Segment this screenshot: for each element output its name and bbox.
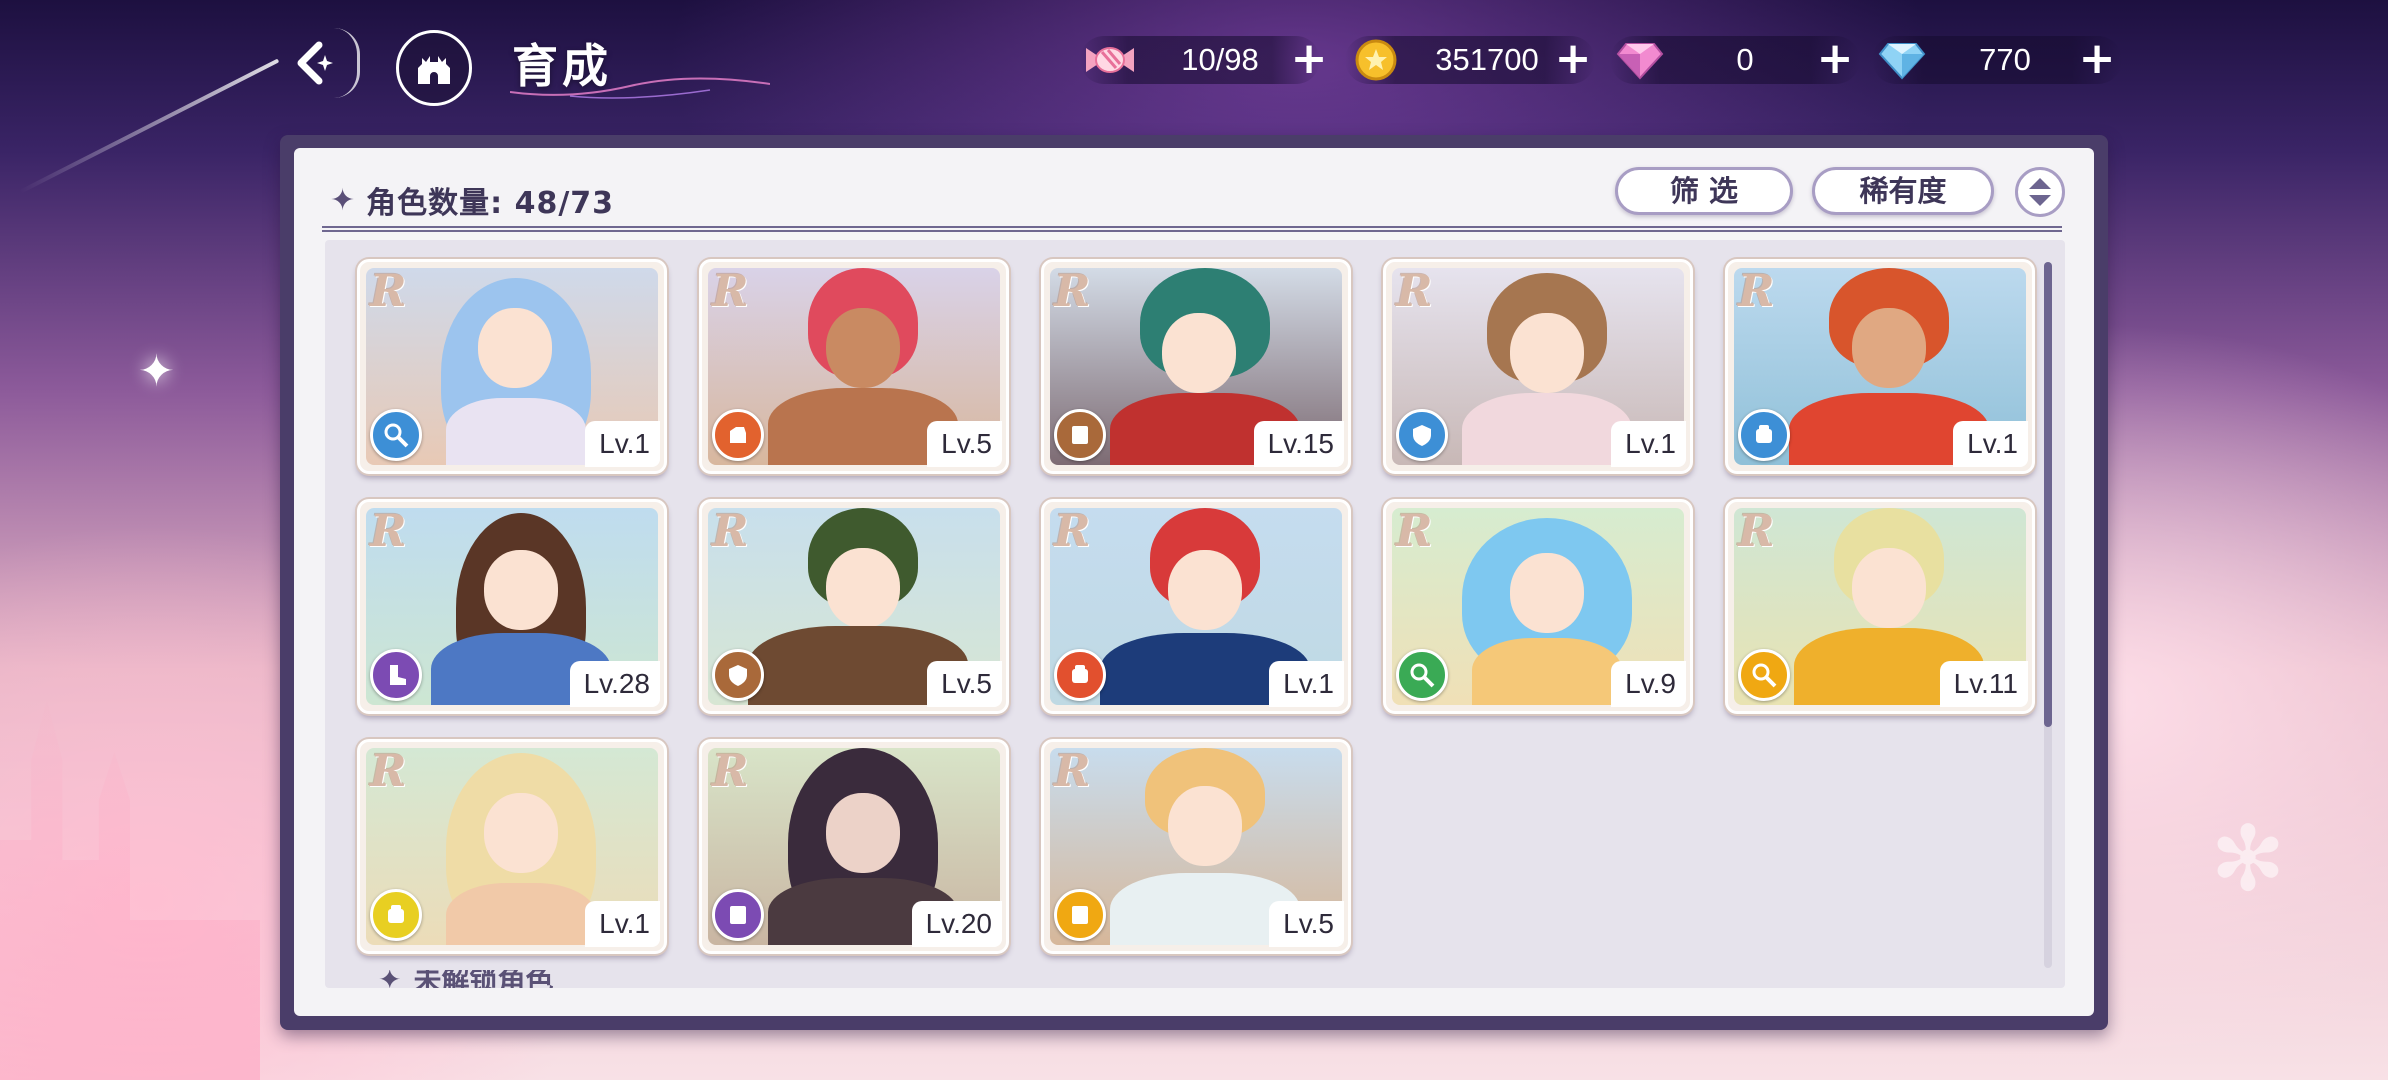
character-card[interactable]: R Lv.11 bbox=[1725, 499, 2035, 714]
character-card[interactable]: R Lv.1 bbox=[1383, 259, 1693, 474]
character-card[interactable]: R Lv.1 bbox=[1725, 259, 2035, 474]
healer-role-icon bbox=[1396, 649, 1448, 701]
rarity-badge: R bbox=[1054, 506, 1091, 557]
rarity-badge: R bbox=[1396, 506, 1433, 557]
character-level: Lv.1 bbox=[585, 901, 660, 947]
character-level: Lv.1 bbox=[1269, 661, 1344, 707]
filter-button[interactable]: 筛 选 bbox=[1615, 167, 1793, 215]
blue-diamond-icon bbox=[1874, 36, 1930, 84]
character-level: Lv.5 bbox=[1269, 901, 1344, 947]
locked-characters-text: 未解锁角色 bbox=[413, 970, 554, 988]
rarity-badge: R bbox=[1054, 746, 1091, 797]
character-level: Lv.1 bbox=[1611, 421, 1686, 467]
gold-coin-icon bbox=[1348, 36, 1404, 84]
character-level: Lv.9 bbox=[1611, 661, 1686, 707]
add-pink-gem-button[interactable]: + bbox=[1812, 37, 1858, 83]
candy-icon bbox=[1082, 36, 1138, 84]
home-button[interactable] bbox=[396, 30, 472, 106]
character-card[interactable]: R Lv.5 bbox=[699, 499, 1009, 714]
sort-arrows-icon bbox=[2029, 178, 2051, 206]
fist-role-icon bbox=[1738, 409, 1790, 461]
rarity-badge: R bbox=[370, 506, 407, 557]
rarity-badge: R bbox=[712, 266, 749, 317]
castle-background bbox=[0, 700, 260, 1080]
character-count-text: 角色数量: 48/73 bbox=[366, 186, 615, 221]
defender-role-icon bbox=[1054, 409, 1106, 461]
locked-characters-header: ✦ 未解锁角色 bbox=[378, 970, 553, 988]
sparkle-icon: ✦ bbox=[378, 970, 402, 988]
sparkle-icon: ✦ bbox=[138, 346, 175, 397]
character-level: Lv.11 bbox=[1939, 661, 2028, 707]
rarity-badge: R bbox=[1738, 266, 1775, 317]
character-level: Lv.20 bbox=[911, 901, 1002, 947]
fist-role-icon bbox=[370, 889, 422, 941]
defender-role-icon bbox=[1054, 889, 1106, 941]
sparkle-icon: ✦ bbox=[330, 182, 357, 218]
character-card[interactable]: R Lv.1 bbox=[1041, 499, 1351, 714]
boot-role-icon bbox=[370, 649, 422, 701]
top-bar: 育成 10/98 + 351700 + 0 + 770 + bbox=[0, 0, 2388, 125]
rarity-badge: R bbox=[1738, 506, 1775, 557]
pink-gem-icon bbox=[1612, 36, 1668, 84]
rarity-badge: R bbox=[712, 506, 749, 557]
character-card[interactable]: R Lv.1 bbox=[357, 259, 667, 474]
sort-rarity-button[interactable]: 稀有度 bbox=[1812, 167, 1994, 215]
mage-role-icon bbox=[1738, 649, 1790, 701]
pink-gem-value: 0 bbox=[1736, 42, 1754, 77]
castle-home-icon bbox=[418, 56, 450, 84]
rarity-badge: R bbox=[370, 266, 407, 317]
candy-value: 10/98 bbox=[1181, 42, 1259, 77]
support-role-icon bbox=[370, 409, 422, 461]
blue-diamond-value: 770 bbox=[1979, 42, 2031, 77]
header-divider bbox=[322, 226, 2062, 232]
back-button[interactable] bbox=[276, 28, 360, 98]
character-card[interactable]: R Lv.5 bbox=[1041, 739, 1351, 954]
character-card[interactable]: R Lv.20 bbox=[699, 739, 1009, 954]
character-level: Lv.5 bbox=[927, 421, 1002, 467]
shield-role-icon bbox=[1396, 409, 1448, 461]
character-level: Lv.1 bbox=[1953, 421, 2028, 467]
rarity-badge: R bbox=[1054, 266, 1091, 317]
attacker-role-icon bbox=[712, 409, 764, 461]
title-underline-decoration bbox=[510, 77, 770, 99]
gold-value: 351700 bbox=[1435, 42, 1539, 77]
character-card[interactable]: R Lv.1 bbox=[357, 739, 667, 954]
add-blue-diamond-button[interactable]: + bbox=[2074, 37, 2120, 83]
character-card[interactable]: R Lv.5 bbox=[699, 259, 1009, 474]
character-level: Lv.5 bbox=[927, 661, 1002, 707]
character-level: Lv.28 bbox=[569, 661, 660, 707]
scrollbar-thumb[interactable] bbox=[2044, 262, 2052, 727]
character-card[interactable]: R Lv.9 bbox=[1383, 499, 1693, 714]
rarity-badge: R bbox=[1396, 266, 1433, 317]
shield-role-icon bbox=[712, 649, 764, 701]
character-card[interactable]: R Lv.15 bbox=[1041, 259, 1351, 474]
character-level: Lv.15 bbox=[1253, 421, 1344, 467]
character-level: Lv.1 bbox=[585, 421, 660, 467]
sort-order-button[interactable] bbox=[2015, 167, 2065, 217]
fist-role-icon bbox=[1054, 649, 1106, 701]
character-count: ✦ 角色数量: 48/73 bbox=[330, 178, 614, 222]
back-arrow-icon bbox=[297, 41, 333, 85]
add-gold-button[interactable]: + bbox=[1550, 37, 1596, 83]
add-candy-button[interactable]: + bbox=[1286, 37, 1332, 83]
defender-role-icon bbox=[712, 889, 764, 941]
character-card[interactable]: R Lv.28 bbox=[357, 499, 667, 714]
rarity-badge: R bbox=[370, 746, 407, 797]
snowflake-decoration: ✻ bbox=[2210, 807, 2286, 912]
rarity-badge: R bbox=[712, 746, 749, 797]
